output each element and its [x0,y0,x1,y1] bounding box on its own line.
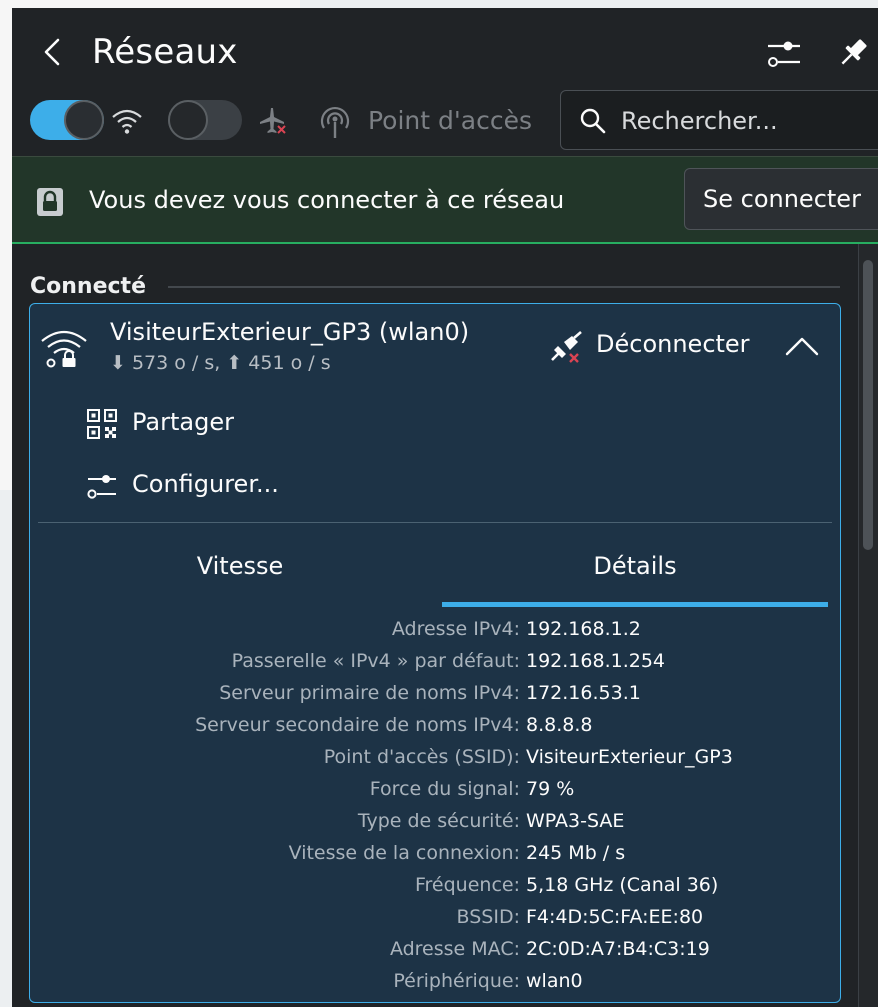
wifi-lock-icon [41,330,87,368]
configure-label: Configurer... [132,470,279,498]
detail-value: 79 % [526,778,575,800]
airplane-mode-toggle[interactable] [168,100,242,140]
share-label: Partager [132,408,234,436]
detail-value: 192.168.1.254 [526,650,666,672]
wifi-toggle[interactable] [30,100,104,140]
search-icon [580,108,606,134]
share-action[interactable]: Partager [86,404,286,444]
detail-row: Serveur secondaire de noms IPv4: 8.8.8.8 [30,712,830,744]
detail-label: Passerelle « IPv4 » par défaut: [231,650,520,672]
detail-row: Vitesse de la connexion: 245 Mb / s [30,840,830,872]
detail-value: F4:4D:5C:FA:EE:80 [526,906,704,928]
pin-icon[interactable] [836,36,870,70]
hotspot-icon[interactable] [318,104,352,140]
airplane-icon [260,108,286,134]
detail-label: Périphérique: [393,970,520,992]
search-box[interactable] [560,90,878,150]
scrollbar-thumb[interactable] [863,260,873,550]
detail-row: Adresse IPv4: 192.168.1.2 [30,616,830,648]
wifi-toggle-knob [64,100,104,140]
configure-icon [87,475,116,499]
detail-row: Force du signal: 79 % [30,776,830,808]
detail-label: Point d'accès (SSID): [323,746,520,768]
detail-value: 5,18 GHz (Canal 36) [526,874,719,896]
network-speed: ⬇ 573 o / s, ⬆ 451 o / s [110,352,331,374]
detail-value: 8.8.8.8 [526,714,593,736]
detail-value: 172.16.53.1 [526,682,641,704]
detail-row: BSSID: F4:4D:5C:FA:EE:80 [30,904,830,936]
card-divider [38,522,832,523]
page-title: Réseaux [92,32,238,72]
qr-code-icon [87,409,117,439]
auth-banner: Vous devez vous connecter à ce réseau Se… [12,156,878,244]
chevron-up-icon[interactable] [784,334,820,358]
detail-label: Serveur primaire de noms IPv4: [219,682,520,704]
detail-row: Passerelle « IPv4 » par défaut: 192.168.… [30,648,830,680]
tab-details[interactable]: Détails [442,552,828,580]
detail-value: wlan0 [526,970,583,992]
banner-message: Vous devez vous connecter à ce réseau [89,186,565,214]
detail-row: Fréquence: 5,18 GHz (Canal 36) [30,872,830,904]
configure-action[interactable]: Configurer... [86,466,316,506]
detail-value: 245 Mb / s [526,842,626,864]
network-name: VisiteurExterieur_GP3 (wlan0) [110,318,470,346]
detail-label: Adresse MAC: [389,938,520,960]
detail-value: WPA3-SAE [526,810,625,832]
networks-panel: Réseaux Point d'accès Rechercher... Vous… [12,8,878,1007]
detail-label: Vitesse de la connexion: [288,842,520,864]
sign-in-button[interactable]: Se connecter [684,168,878,230]
detail-label: BSSID: [456,906,520,928]
detail-row: Type de sécurité: WPA3-SAE [30,808,830,840]
hotspot-label[interactable]: Point d'accès [368,106,532,135]
tab-speed[interactable]: Vitesse [40,552,440,580]
detail-value: 192.168.1.2 [526,618,641,640]
detail-label: Serveur secondaire de noms IPv4: [195,714,520,736]
search-input[interactable] [619,101,878,141]
detail-value: VisiteurExterieur_GP3 [526,746,733,768]
detail-value: 2C:0D:A7:B4:C3:19 [526,938,710,960]
detail-label: Type de sécurité: [357,810,520,832]
detail-row: Adresse MAC: 2C:0D:A7:B4:C3:19 [30,936,830,968]
disconnect-icon [551,331,582,363]
detail-row: Périphérique: wlan0 [30,968,830,1000]
detail-label: Fréquence: [414,874,520,896]
details-list: Adresse IPv4: 192.168.1.2 Passerelle « I… [30,616,830,1000]
section-divider [168,286,840,288]
detail-row: Point d'accès (SSID): VisiteurExterieur_… [30,744,830,776]
detail-row: Serveur primaire de noms IPv4: 172.16.53… [30,680,830,712]
scrollbar[interactable] [858,244,878,1007]
back-icon[interactable] [38,36,68,68]
detail-label: Force du signal: [369,778,520,800]
airplane-toggle-knob [168,100,208,140]
background-window-edge [0,0,12,490]
lock-icon [37,188,63,216]
wifi-icon [112,109,142,134]
detail-label: Adresse IPv4: [391,618,520,640]
disconnect-button[interactable]: Déconnecter [596,330,750,358]
connection-card[interactable]: VisiteurExterieur_GP3 (wlan0) ⬇ 573 o / … [29,303,841,1003]
active-tab-indicator [442,602,828,607]
section-connected-title: Connecté [30,274,146,299]
settings-icon[interactable] [766,38,802,70]
